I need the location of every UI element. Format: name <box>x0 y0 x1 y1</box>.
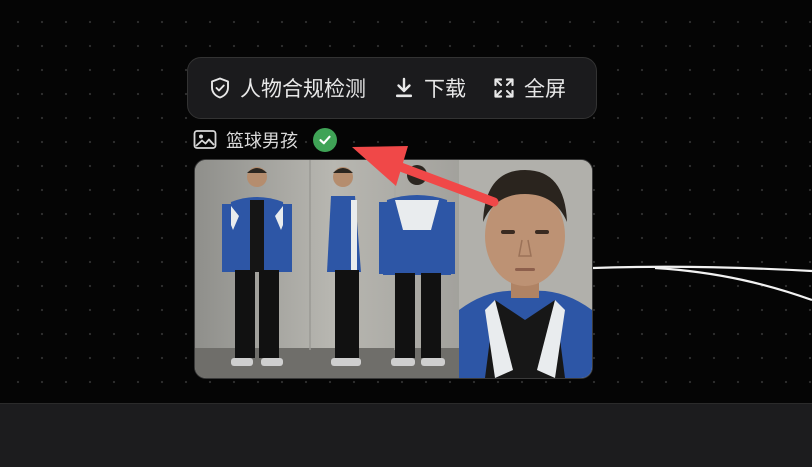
fullscreen-button[interactable]: 全屏 <box>492 73 566 103</box>
image-icon <box>193 130 217 149</box>
download-label: 下载 <box>424 77 466 101</box>
download-icon <box>396 77 412 98</box>
bottom-panel <box>0 403 812 467</box>
generated-image-card[interactable] <box>194 159 593 379</box>
compliance-check-button[interactable]: 人物合规检测 <box>208 73 366 103</box>
compliance-check-label: 人物合规检测 <box>240 77 366 101</box>
fullscreen-label: 全屏 <box>524 77 566 101</box>
node-toolbar: 人物合规检测 下载 全屏 <box>187 57 597 119</box>
face-closeup-portrait <box>459 160 592 378</box>
character-turnaround-image <box>195 160 592 378</box>
verified-badge-icon <box>313 128 337 152</box>
shield-check-icon <box>211 77 229 99</box>
download-button[interactable]: 下载 <box>392 73 466 103</box>
node-title-row: 篮球男孩 <box>193 127 337 153</box>
fullscreen-icon <box>494 78 514 98</box>
node-title[interactable]: 篮球男孩 <box>226 127 298 153</box>
